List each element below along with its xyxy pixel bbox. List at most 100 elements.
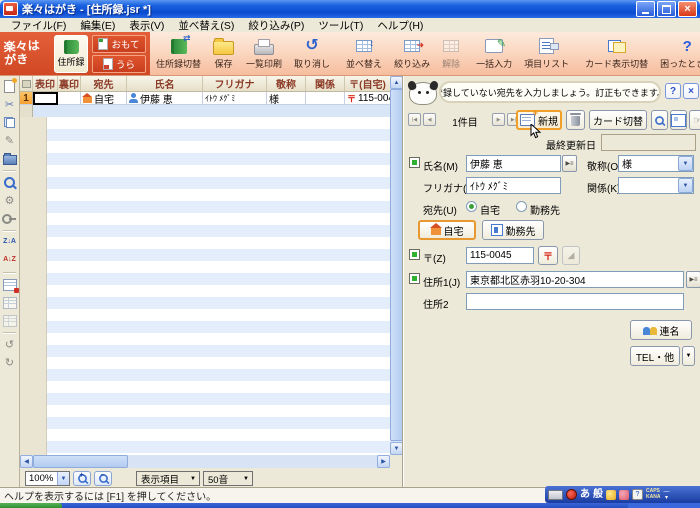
redo-gray-icon[interactable]: ↻ <box>2 355 17 370</box>
scroll-right-button[interactable]: ▶ <box>377 455 390 468</box>
tools-icon[interactable]: ⚙ <box>2 193 17 208</box>
sort-button[interactable]: ↕ 並べ替え <box>340 32 388 75</box>
undo-gray-icon[interactable]: ↺ <box>2 337 17 352</box>
scroll-left-button[interactable]: ◀ <box>20 455 33 468</box>
addressee-work-radio[interactable] <box>516 201 527 212</box>
cell-front-print-selected[interactable] <box>33 92 58 105</box>
folder-icon[interactable] <box>2 151 17 166</box>
search-icon[interactable] <box>2 175 17 190</box>
column-header-honorific[interactable]: 敬称 <box>267 76 306 91</box>
menu-filter[interactable]: 絞り込み(P) <box>241 18 311 33</box>
table-add-icon[interactable] <box>2 277 17 292</box>
address-book-switch-button[interactable]: 住所録切替 <box>150 32 207 75</box>
addressee-home-radio[interactable] <box>466 201 477 212</box>
menu-help[interactable]: ヘルプ(H) <box>370 18 430 33</box>
batch-input-button[interactable]: 一括入力 <box>470 32 518 75</box>
front-side-button[interactable]: おもて <box>92 35 146 53</box>
pen-icon[interactable]: ✎ <box>2 133 17 148</box>
undo-button[interactable]: ↺ 取り消し <box>288 32 336 75</box>
cell-relation[interactable] <box>306 92 345 105</box>
ime-state-indicators[interactable]: CAPS KANA <box>646 489 660 500</box>
zoom-dropdown-arrow-icon[interactable]: ▼ <box>57 472 69 485</box>
zoom-in-button[interactable]: + <box>73 471 91 486</box>
print-list-button[interactable]: 一覧印刷 <box>240 32 288 75</box>
grid-icon[interactable] <box>2 313 17 328</box>
column-header-front-print[interactable]: 表印 <box>33 76 58 91</box>
card-view-toggle-button[interactable]: カード表示切替 <box>579 32 654 75</box>
home-tab[interactable]: 自宅 <box>418 220 476 240</box>
kana-index-select[interactable]: 50音 ▼ <box>203 471 253 486</box>
sort-za-icon[interactable]: Z↓A <box>2 235 17 250</box>
menu-tools[interactable]: ツール(T) <box>311 18 370 33</box>
filter-button[interactable]: ➜ 絞り込み <box>388 32 436 75</box>
relation-select[interactable]: ▼ <box>618 177 694 194</box>
column-header-relation[interactable]: 関係 <box>306 76 345 91</box>
column-header-furigana[interactable]: フリガナ <box>203 76 267 91</box>
ime-input-mode[interactable]: あ <box>580 490 590 500</box>
postal-input[interactable] <box>466 247 534 264</box>
ime-conversion-mode[interactable]: 般 <box>593 490 603 500</box>
back-side-button[interactable]: うら <box>92 55 146 73</box>
menu-view[interactable]: 表示(V) <box>122 18 171 33</box>
menu-edit[interactable]: 編集(E) <box>73 18 122 33</box>
horizontal-scroll-thumb[interactable] <box>33 455 128 468</box>
ime-tools-icon[interactable] <box>606 490 616 500</box>
key-icon[interactable] <box>2 211 17 226</box>
row-number[interactable]: 1 <box>20 92 33 105</box>
ime-icon[interactable] <box>566 489 577 500</box>
table-icon[interactable] <box>2 295 17 310</box>
address1-input[interactable] <box>466 271 684 288</box>
keyboard-icon[interactable] <box>548 490 563 500</box>
postal-lookup-button[interactable]: 〒 <box>538 246 558 265</box>
start-button[interactable] <box>0 503 62 508</box>
cell-name[interactable]: 伊藤 恵 <box>127 92 203 105</box>
cell-back-print[interactable] <box>58 92 81 105</box>
horizontal-scrollbar[interactable]: ◀ ▶ <box>20 455 390 468</box>
search-edit-button[interactable] <box>651 110 668 130</box>
ime-minimize-icon[interactable]: —▾ <box>663 489 669 501</box>
item-list-button[interactable]: 項目リスト <box>518 32 575 75</box>
copy-icon[interactable] <box>2 115 17 130</box>
name-detail-button[interactable]: ▶≡ <box>562 155 577 172</box>
cell-furigana[interactable]: ｲﾄｳ ﾒｸﾞﾐ <box>203 92 267 105</box>
cut-icon[interactable]: ✂ <box>2 97 17 112</box>
assistant-close-button[interactable]: × <box>683 83 699 99</box>
minimize-button[interactable] <box>636 1 655 17</box>
address-book-button[interactable]: 住所録 <box>54 35 88 73</box>
save-button[interactable]: 保存 <box>207 32 240 75</box>
column-header-postal[interactable]: 〒(自宅) <box>345 76 390 91</box>
ime-props-icon[interactable]: ? <box>632 489 643 500</box>
address1-print-checkbox[interactable] <box>409 273 420 284</box>
vertical-scrollbar[interactable]: ▲ ▼ <box>390 76 403 455</box>
zoom-out-button[interactable]: − <box>94 471 112 486</box>
delete-record-button[interactable] <box>566 110 585 130</box>
empty-rows-area[interactable] <box>20 117 390 455</box>
display-items-select[interactable]: 表示項目 ▼ <box>136 471 200 486</box>
pointer-mode-button[interactable]: ☞ <box>689 110 700 130</box>
help-topics-button[interactable]: ? 困ったときは <box>654 32 700 75</box>
tel-others-button[interactable]: TEL・他 <box>630 346 680 366</box>
ime-pad-icon[interactable] <box>619 490 629 500</box>
cell-postal[interactable]: 〒115-004 <box>345 92 390 105</box>
vertical-scroll-thumb[interactable] <box>390 89 403 441</box>
column-header-back-print[interactable]: 裏印 <box>58 76 81 91</box>
address1-detail-button[interactable]: ▶≡ <box>686 271 700 288</box>
column-header-addressee[interactable]: 宛先 <box>81 76 127 91</box>
name-input[interactable] <box>466 155 561 172</box>
menu-sort[interactable]: 並べ替え(S) <box>171 18 241 33</box>
joint-names-button[interactable]: 連名 <box>630 320 692 340</box>
postal-print-checkbox[interactable] <box>409 249 420 260</box>
card-switch-button[interactable]: カード切替 <box>589 110 647 130</box>
next-record-button[interactable]: ▶ <box>492 113 505 126</box>
new-document-icon[interactable] <box>2 79 17 94</box>
grid-corner-cell[interactable] <box>20 76 33 91</box>
address2-input[interactable] <box>466 293 684 310</box>
assistant-help-button[interactable]: ? <box>665 83 681 99</box>
name-print-checkbox[interactable] <box>409 157 420 168</box>
scroll-up-button[interactable]: ▲ <box>390 76 403 89</box>
honorific-arrow-icon[interactable]: ▼ <box>678 156 693 171</box>
sort-az-icon[interactable]: A↓Z <box>2 253 17 268</box>
menu-file[interactable]: ファイル(F) <box>4 18 73 33</box>
tel-others-dropdown-button[interactable]: ▼ <box>682 346 695 366</box>
scroll-down-button[interactable]: ▼ <box>390 442 403 455</box>
